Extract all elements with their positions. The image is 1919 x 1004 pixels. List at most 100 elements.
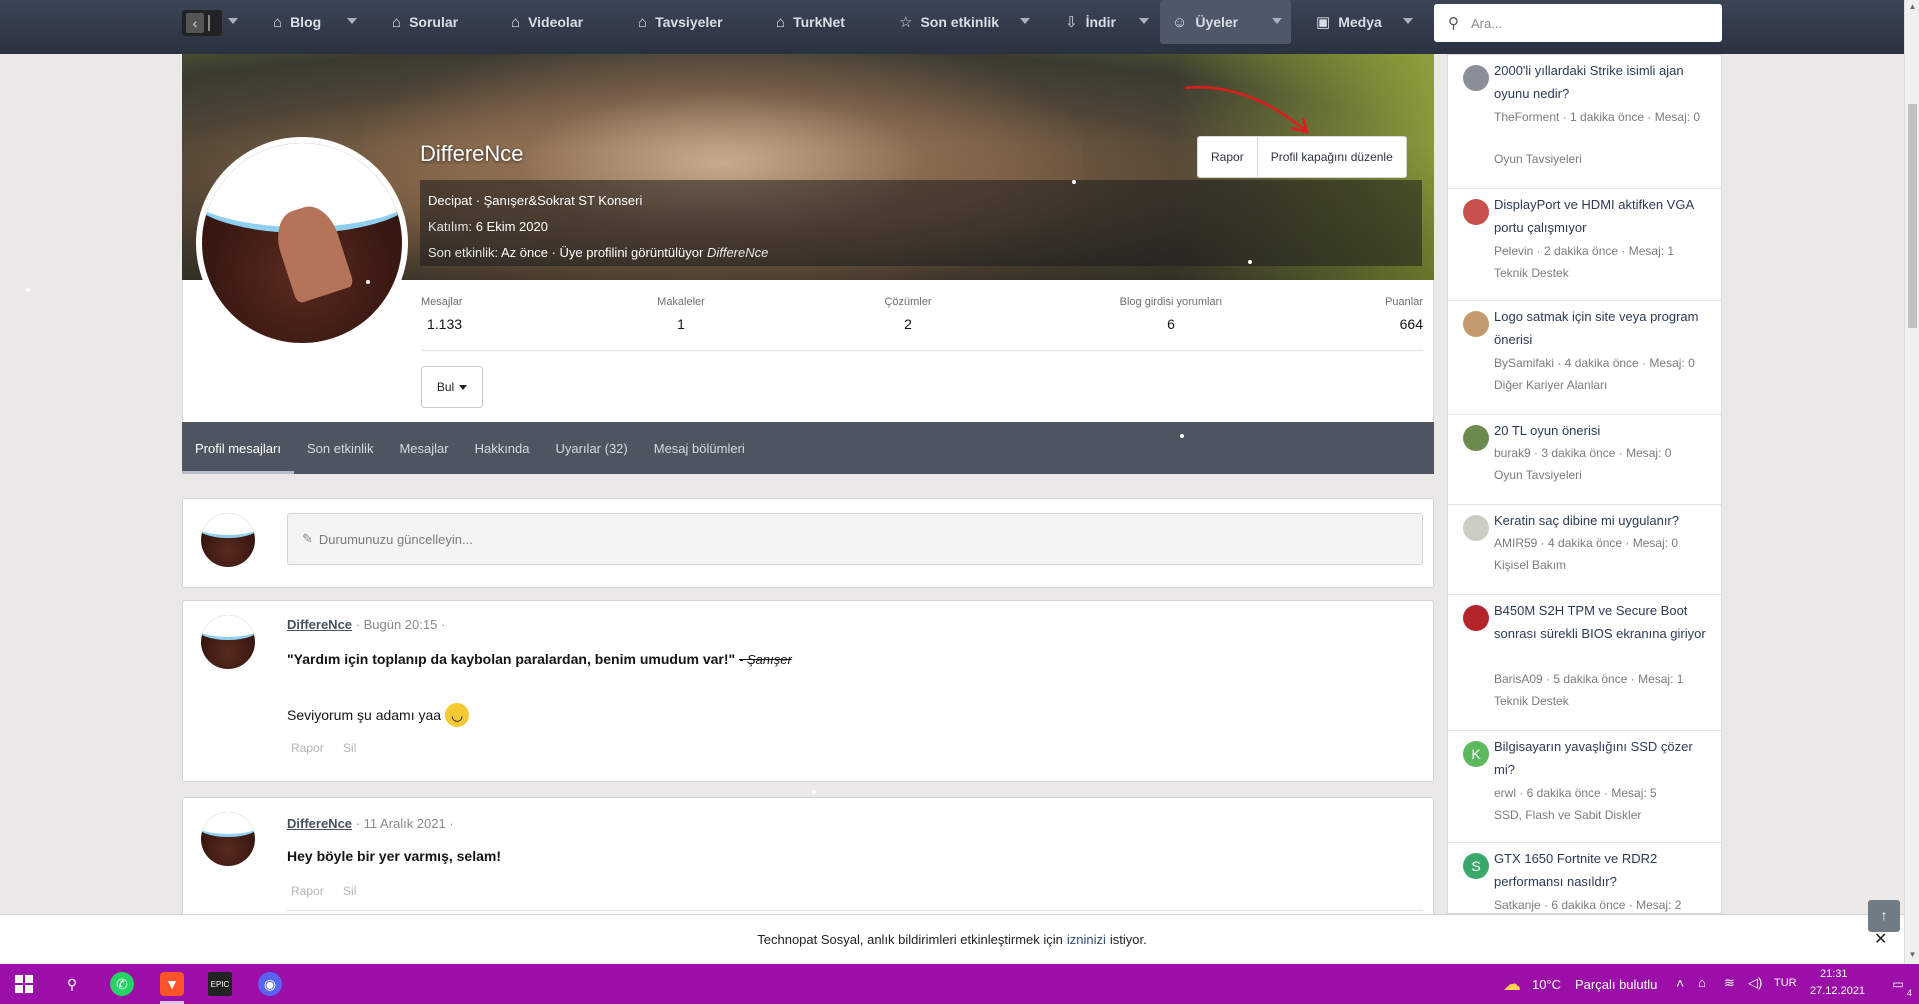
page-scrollbar[interactable]: ▲ ▼ bbox=[1904, 0, 1919, 964]
whatsapp-icon[interactable]: ✆ bbox=[110, 972, 134, 996]
thread-title-link[interactable]: Keratin saç dibine mi uygulanır? bbox=[1494, 509, 1714, 532]
scroll-up-arrow-icon[interactable]: ▲ bbox=[1908, 2, 1917, 12]
list-item[interactable]: 2000'li yıllardaki Strike isimli ajan oy… bbox=[1448, 55, 1721, 189]
avatar[interactable]: S bbox=[1463, 853, 1489, 879]
thread-title-link[interactable]: Bilgisayarın yavaşlığını SSD çözer mi? bbox=[1494, 735, 1714, 781]
nav-scroll-left[interactable]: ‹ bbox=[182, 10, 222, 36]
status-input[interactable]: ✎ Durumunuzu güncelleyin... bbox=[287, 513, 1423, 565]
post-delete-link[interactable]: Sil bbox=[343, 741, 356, 755]
thread-title-link[interactable]: 2000'li yıllardaki Strike isimli ajan oy… bbox=[1494, 59, 1714, 105]
nav-item-indir[interactable]: ⇩ İndir bbox=[1065, 0, 1116, 44]
scrollbar-thumb[interactable] bbox=[1908, 104, 1917, 328]
top-navigation: ‹ ⌂ Blog ⌂ Sorular ⌂ Videolar ⌂ Tavsiyeler ⌂… bbox=[0, 0, 1919, 54]
list-item[interactable]: DisplayPort ve HDMI aktifken VGA portu ç… bbox=[1448, 189, 1721, 301]
profile-avatar[interactable] bbox=[196, 137, 408, 349]
thread-forum-link[interactable]: Oyun Tavsiyeleri bbox=[1494, 465, 1719, 486]
network-icon[interactable]: ⌂ bbox=[1698, 975, 1706, 990]
avatar[interactable] bbox=[1463, 515, 1489, 541]
nav-item-uyeler[interactable]: ☺ Üyeler bbox=[1160, 0, 1291, 44]
stat-mesajlar[interactable]: Mesajlar 1.133 bbox=[421, 296, 463, 332]
nav-item-son-etkinlik[interactable]: ☆ Son etkinlik bbox=[899, 0, 999, 44]
stat-cozumler[interactable]: Çözümler 2 bbox=[858, 296, 958, 332]
report-button[interactable]: Rapor bbox=[1198, 137, 1257, 177]
tab-profil-mesajlari[interactable]: Profil mesajları bbox=[182, 422, 294, 474]
thread-title-link[interactable]: Logo satmak için site veya program öneri… bbox=[1494, 305, 1714, 351]
thread-title-link[interactable]: B450M S2H TPM ve Secure Boot sonrası sür… bbox=[1494, 599, 1714, 645]
tab-uyarilar[interactable]: Uyarılar (32) bbox=[543, 422, 641, 474]
clock-date[interactable]: 27.12.2021 bbox=[1810, 985, 1865, 997]
thread-title-link[interactable]: 20 TL oyun önerisi bbox=[1494, 419, 1714, 442]
avatar[interactable] bbox=[1463, 311, 1489, 337]
avatar[interactable] bbox=[1463, 199, 1489, 225]
brave-browser-icon[interactable]: ▼ bbox=[160, 972, 184, 996]
chevron-down-icon[interactable] bbox=[1020, 18, 1030, 24]
post-report-link[interactable]: Rapor bbox=[291, 884, 324, 898]
nav-item-blog[interactable]: ⌂ Blog bbox=[273, 0, 321, 44]
nav-item-turknet[interactable]: ⌂ TurkNet bbox=[776, 0, 845, 44]
stat-puanlar[interactable]: Puanlar 664 bbox=[1363, 296, 1423, 332]
scroll-down-arrow-icon[interactable]: ▼ bbox=[1908, 950, 1917, 960]
search-icon[interactable]: ⚲ bbox=[60, 972, 84, 996]
stat-blog-yorumlari[interactable]: Blog girdisi yorumları 6 bbox=[1081, 296, 1261, 332]
chevron-down-icon[interactable] bbox=[228, 18, 238, 24]
avatar[interactable] bbox=[201, 513, 255, 567]
scroll-to-top-button[interactable]: ↑ bbox=[1868, 900, 1900, 932]
tab-hakkinda[interactable]: Hakkında bbox=[462, 422, 543, 474]
thread-title-link[interactable]: DisplayPort ve HDMI aktifken VGA portu ç… bbox=[1494, 193, 1714, 239]
close-icon[interactable]: ✕ bbox=[1874, 929, 1887, 949]
list-item[interactable]: 20 TL oyun önerisi burak9 · 3 dakika önc… bbox=[1448, 415, 1721, 505]
list-item[interactable]: S GTX 1650 Fortnite ve RDR2 performansı … bbox=[1448, 843, 1721, 913]
last-activity-user-link[interactable]: DiffereNce bbox=[707, 245, 768, 260]
post-author-link[interactable]: DiffereNce bbox=[287, 816, 352, 831]
list-item[interactable]: B450M S2H TPM ve Secure Boot sonrası sür… bbox=[1448, 595, 1721, 731]
discord-icon[interactable]: ◉ bbox=[258, 972, 282, 996]
tab-mesaj-bolumleri[interactable]: Mesaj bölümleri bbox=[641, 422, 758, 474]
post-date[interactable]: · Bugün 20:15 · bbox=[356, 617, 446, 632]
nav-item-videolar[interactable]: ⌂ Videolar bbox=[511, 0, 583, 44]
wifi-icon[interactable]: ≋ bbox=[1724, 975, 1735, 991]
post-author-link[interactable]: DiffereNce bbox=[287, 617, 352, 632]
find-dropdown-button[interactable]: Bul bbox=[421, 366, 483, 408]
post-report-link[interactable]: Rapor bbox=[291, 741, 324, 755]
chevron-up-icon[interactable]: ˄ bbox=[1676, 975, 1684, 991]
list-item[interactable]: Keratin saç dibine mi uygulanır? AMIR59 … bbox=[1448, 505, 1721, 595]
avatar[interactable] bbox=[201, 615, 255, 669]
thread-forum-link[interactable]: SSD, Flash ve Sabit Diskler bbox=[1494, 805, 1719, 826]
language-indicator[interactable]: TUR bbox=[1774, 977, 1797, 989]
volume-icon[interactable]: ◁) bbox=[1748, 975, 1762, 991]
chevron-down-icon[interactable] bbox=[347, 18, 357, 24]
windows-start-icon[interactable] bbox=[12, 972, 36, 996]
thread-forum-link[interactable]: Oyun Tavsiyeleri bbox=[1494, 149, 1719, 170]
chevron-down-icon[interactable] bbox=[1139, 18, 1149, 24]
permission-link[interactable]: izninizi bbox=[1067, 932, 1106, 947]
stat-makaleler[interactable]: Makaleler 1 bbox=[631, 296, 731, 332]
thread-title-link[interactable]: GTX 1650 Fortnite ve RDR2 performansı na… bbox=[1494, 847, 1714, 893]
thread-forum-link[interactable]: Teknik Destek bbox=[1494, 263, 1719, 284]
avatar[interactable]: K bbox=[1463, 741, 1489, 767]
thread-forum-link[interactable]: Teknik Destek bbox=[1494, 691, 1719, 712]
chevron-left-icon[interactable]: ‹ bbox=[186, 13, 204, 33]
chevron-down-icon[interactable] bbox=[1403, 18, 1413, 24]
notification-center-icon[interactable]: ▭ 4 bbox=[1886, 972, 1912, 998]
epic-games-icon[interactable]: EPIC bbox=[208, 972, 232, 996]
chevron-down-icon[interactable] bbox=[1272, 18, 1282, 24]
avatar[interactable] bbox=[1463, 425, 1489, 451]
avatar[interactable] bbox=[1463, 65, 1489, 91]
nav-item-medya[interactable]: ▣ Medya bbox=[1316, 0, 1382, 44]
post-date[interactable]: · 11 Aralık 2021 · bbox=[356, 816, 454, 831]
list-item[interactable]: Logo satmak için site veya program öneri… bbox=[1448, 301, 1721, 415]
avatar[interactable] bbox=[201, 812, 255, 866]
post-delete-link[interactable]: Sil bbox=[343, 884, 356, 898]
weather-icon[interactable]: ☁ bbox=[1500, 972, 1524, 996]
tab-son-etkinlik[interactable]: Son etkinlik bbox=[294, 422, 386, 474]
nav-item-tavsiyeler[interactable]: ⌂ Tavsiyeler bbox=[638, 0, 723, 44]
thread-forum-link[interactable]: Diğer Kariyer Alanları bbox=[1494, 375, 1719, 396]
edit-cover-button[interactable]: Profil kapağını düzenle bbox=[1256, 137, 1406, 177]
avatar[interactable] bbox=[1463, 605, 1489, 631]
search-input[interactable]: ⚲ Ara... bbox=[1434, 4, 1722, 42]
tab-mesajlar[interactable]: Mesajlar bbox=[386, 422, 461, 474]
clock-time[interactable]: 21:31 bbox=[1820, 968, 1848, 980]
nav-item-sorular[interactable]: ⌂ Sorular bbox=[392, 0, 458, 44]
list-item[interactable]: K Bilgisayarın yavaşlığını SSD çözer mi?… bbox=[1448, 731, 1721, 843]
thread-forum-link[interactable]: Kişisel Bakım bbox=[1494, 555, 1719, 576]
